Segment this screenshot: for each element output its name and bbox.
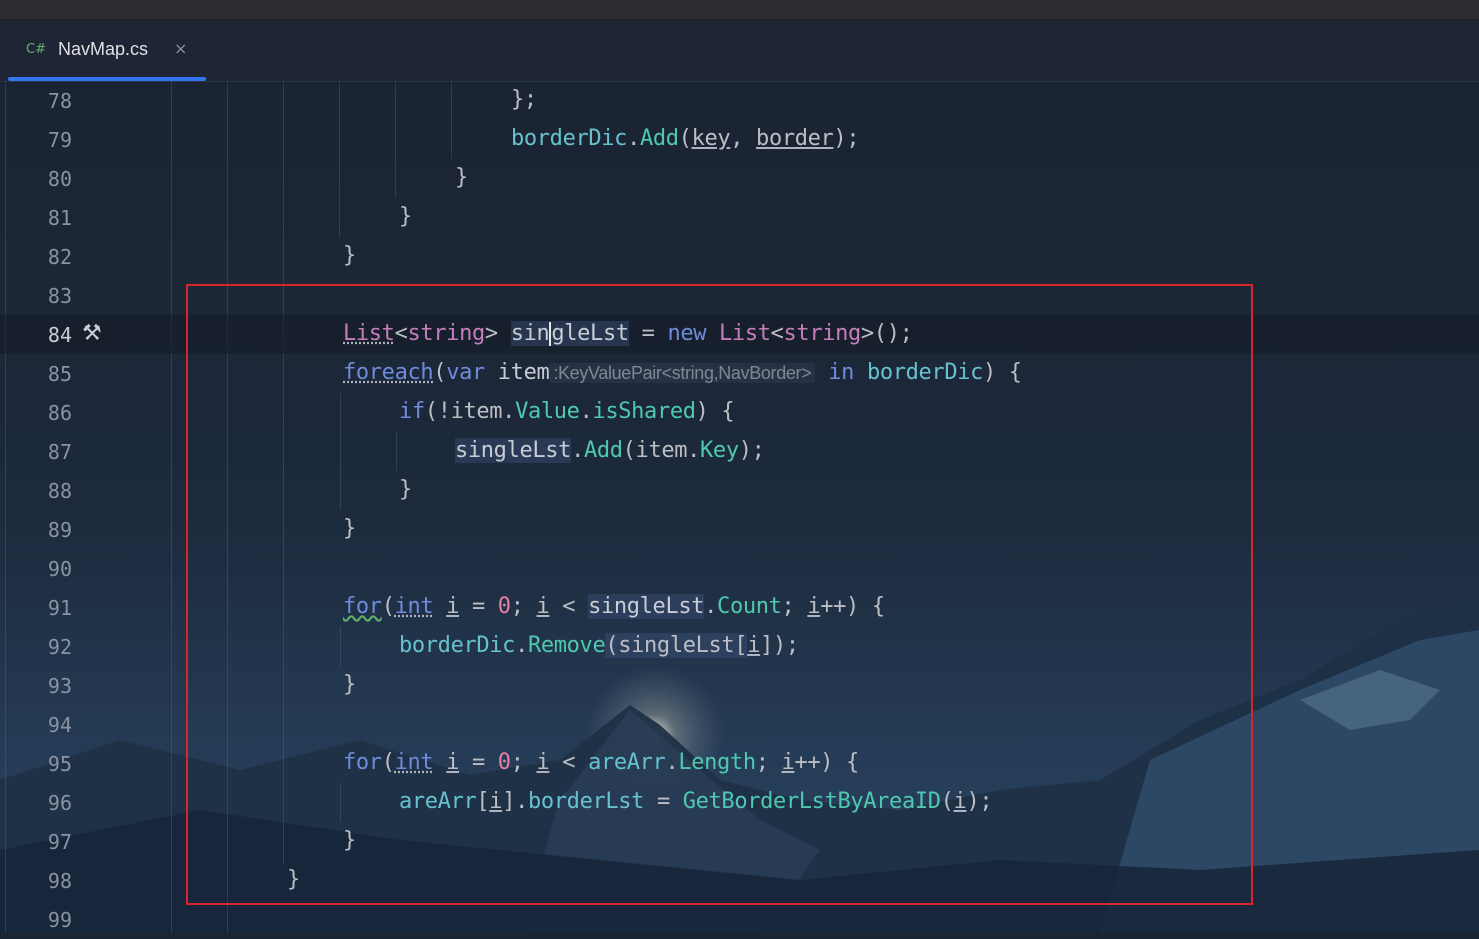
line-number: 88 xyxy=(47,479,72,503)
csharp-file-icon: C# xyxy=(26,42,46,57)
line-number: 82 xyxy=(47,245,72,269)
code-line-81: 81 } xyxy=(0,198,1479,237)
code-line-99: 99 xyxy=(0,900,1479,939)
line-number: 85 xyxy=(47,362,72,386)
window-titlebar xyxy=(0,0,1479,20)
code-line-80: 80 } xyxy=(0,159,1479,198)
line-number: 96 xyxy=(47,791,72,815)
line-number: 93 xyxy=(47,674,72,698)
line-number: 80 xyxy=(47,167,72,191)
line-number: 97 xyxy=(47,830,72,854)
line-number: 86 xyxy=(47,401,72,425)
code-line-78: 78 }; xyxy=(0,81,1479,120)
line-number: 91 xyxy=(47,596,72,620)
code-line-79: 79 borderDic.Add(key, border); xyxy=(0,120,1479,159)
build-hammer-icon[interactable]: ⚒ xyxy=(82,321,102,346)
line-number: 87 xyxy=(47,440,72,464)
line-number: 78 xyxy=(47,89,72,113)
line-number: 99 xyxy=(47,908,72,932)
close-icon[interactable]: × xyxy=(174,39,187,58)
line-number: 92 xyxy=(47,635,72,659)
line-number: 81 xyxy=(47,206,72,230)
annotation-highlight-box xyxy=(186,284,1253,905)
code-text: borderDic.Add(key, border); xyxy=(511,126,860,151)
tab-label: NavMap.cs xyxy=(58,39,149,59)
editor-tab-bar: C# NavMap.cs × xyxy=(0,20,1479,82)
code-text: } xyxy=(455,165,468,190)
line-number: 83 xyxy=(47,284,72,308)
line-number: 84 xyxy=(47,323,72,347)
code-text: } xyxy=(399,204,412,229)
line-number: 94 xyxy=(47,713,72,737)
tab-navmap-cs[interactable]: C# NavMap.cs × xyxy=(8,20,206,81)
line-number: 79 xyxy=(47,128,72,152)
code-text: } xyxy=(343,243,356,268)
code-line-82: 82 } xyxy=(0,237,1479,276)
line-number: 90 xyxy=(47,557,72,581)
line-number: 95 xyxy=(47,752,72,776)
code-text: }; xyxy=(511,87,537,112)
line-number: 98 xyxy=(47,869,72,893)
line-number: 89 xyxy=(47,518,72,542)
